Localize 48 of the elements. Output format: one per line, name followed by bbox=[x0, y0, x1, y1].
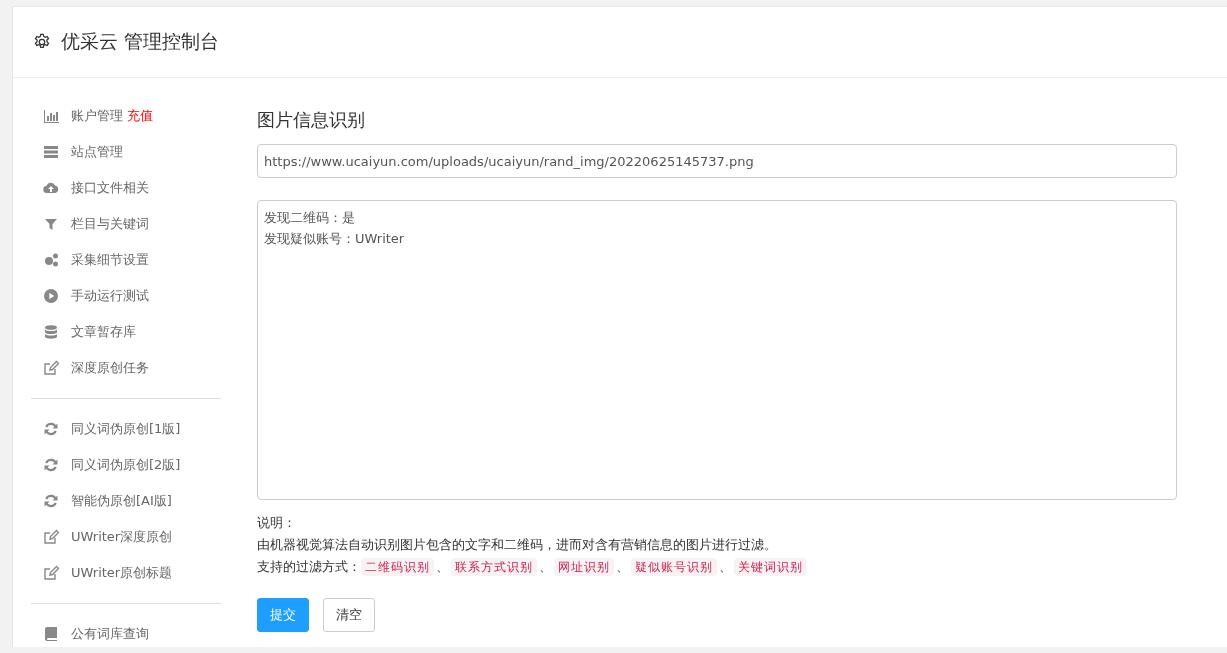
filter-icon bbox=[43, 216, 59, 232]
result-line: 发现疑似账号：UWriter bbox=[264, 230, 406, 248]
sidebar-item[interactable]: 文章暂存库 bbox=[71, 323, 136, 341]
sidebar-item[interactable]: 同义词伪原创[2版] bbox=[71, 456, 181, 474]
result-line: 发现二维码：是 bbox=[264, 209, 356, 227]
edit-icon bbox=[43, 529, 59, 545]
sidebar-item[interactable]: 智能伪原创[AI版] bbox=[71, 492, 172, 510]
sidebar-item[interactable]: 公有词库查询 bbox=[71, 625, 149, 643]
edit-icon bbox=[43, 565, 59, 581]
separator-text: 、 bbox=[719, 558, 732, 576]
filter-tag: 关键词识别 bbox=[734, 558, 807, 576]
section-title: 图片信息识别 bbox=[257, 108, 366, 132]
refresh-icon bbox=[43, 493, 59, 509]
book-icon bbox=[43, 626, 59, 642]
url-field[interactable]: https://www.ucaiyun.com/uploads/ucaiyun/rand_img/20220625145737.png bbox=[257, 144, 1177, 178]
server-icon bbox=[43, 144, 59, 160]
console-title: 优采云 管理控制台 bbox=[61, 29, 220, 54]
filter-tag: 疑似账号识别 bbox=[631, 558, 717, 576]
notes-label: 说明： bbox=[257, 514, 297, 532]
sidebar-item[interactable]: 栏目与关键词 bbox=[71, 215, 149, 233]
bar-chart-icon bbox=[43, 108, 59, 124]
play-icon bbox=[43, 288, 59, 304]
clear-button[interactable]: 清空 bbox=[323, 598, 375, 632]
description-text: 由机器视觉算法自动识别图片包含的文字和二维码，进而对含有营销信息的图片进行过滤。 bbox=[257, 536, 778, 554]
filter-tag: 网址识别 bbox=[554, 558, 614, 576]
sidebar-item[interactable]: 站点管理 bbox=[71, 143, 123, 161]
sidebar-item[interactable]: 手动运行测试 bbox=[71, 287, 149, 305]
database-icon bbox=[43, 324, 59, 340]
sidebar-item[interactable]: 账户管理 bbox=[71, 107, 123, 125]
cloud-upload-icon bbox=[43, 180, 59, 196]
refresh-icon bbox=[43, 457, 59, 473]
separator-text: 、 bbox=[616, 558, 629, 576]
result-textarea[interactable]: 发现二维码：是 发现疑似账号：UWriter bbox=[257, 200, 1177, 500]
separator-text: 、 bbox=[539, 558, 552, 576]
recharge-link[interactable]: 充值 bbox=[127, 107, 153, 125]
sidebar-item[interactable]: UWriter深度原创 bbox=[71, 528, 173, 546]
sidebar-item[interactable]: 同义词伪原创[1版] bbox=[71, 420, 181, 438]
settings-icon bbox=[33, 33, 51, 51]
sidebar-item[interactable]: UWriter原创标题 bbox=[71, 564, 173, 582]
sidebar-item[interactable]: 采集细节设置 bbox=[71, 251, 149, 269]
sidebar-item[interactable]: 接口文件相关 bbox=[71, 179, 149, 197]
filter-tag: 联系方式识别 bbox=[451, 558, 537, 576]
refresh-icon bbox=[43, 421, 59, 437]
filter-tag: 二维码识别 bbox=[361, 558, 434, 576]
sidebar-item[interactable]: 深度原创任务 bbox=[71, 359, 149, 377]
separator-text: 、 bbox=[436, 558, 449, 576]
filter-methods-label: 支持的过滤方式： bbox=[257, 558, 361, 576]
edit-icon bbox=[43, 360, 59, 376]
